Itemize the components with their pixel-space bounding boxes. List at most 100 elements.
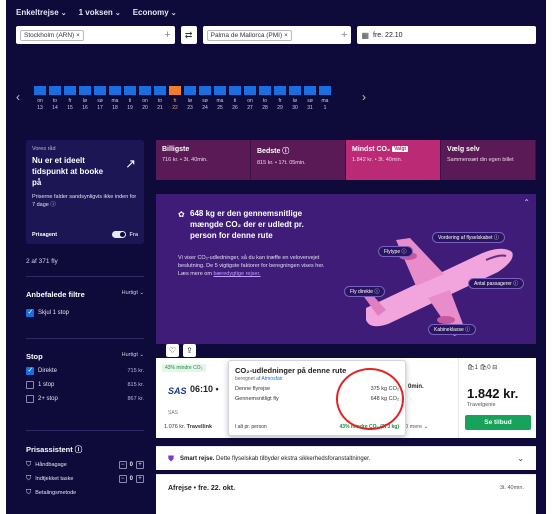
origin-chip[interactable]: Stockholm (ARN) ×: [20, 29, 84, 41]
price-bar: [94, 86, 106, 95]
callout-vordering[interactable]: Vordering af flyselskabet ⓘ: [432, 232, 505, 243]
collapse-icon[interactable]: ⌃: [523, 198, 530, 207]
bag-stepper[interactable]: −0 +: [118, 475, 144, 483]
day-weekday: ti: [128, 98, 132, 104]
date-day[interactable]: sø 31: [304, 86, 316, 111]
other-offer[interactable]: 1.076 kr. Travellink: [164, 424, 212, 430]
sort-tab-title: Vælg selv: [447, 146, 480, 153]
date-day[interactable]: ma 1: [319, 86, 331, 111]
stop-option[interactable]: Direkte 715 kr.: [26, 366, 144, 375]
co2-row-label: Denne flyrejse: [235, 386, 271, 392]
date-day[interactable]: to 21: [154, 86, 166, 111]
shield-icon: ⛊: [168, 453, 174, 463]
date-day[interactable]: on 27: [244, 86, 256, 111]
see-offer-button[interactable]: Se tilbud: [465, 415, 531, 430]
day-weekday: lø: [187, 98, 193, 104]
date-day[interactable]: ti 26: [229, 86, 241, 111]
checkbox[interactable]: [26, 366, 34, 375]
day-number: 29: [277, 105, 283, 111]
day-number: 19: [127, 105, 133, 111]
add-destination-icon[interactable]: +: [341, 29, 347, 41]
price-tip-card: Vores råd Nu er et ideelt tidspunkt at b…: [26, 140, 144, 244]
passengers-select[interactable]: 1 voksen ⌄: [79, 8, 121, 17]
bag-stepper[interactable]: −0 +: [118, 461, 144, 469]
day-weekday: sø: [97, 98, 103, 104]
sort-tab[interactable]: Bedste ⓘ 815 kr. • 17t. 05min.: [251, 140, 346, 180]
date-day[interactable]: fr 29: [274, 86, 286, 111]
date-day[interactable]: to 14: [49, 86, 61, 111]
outbound-row[interactable]: Afrejse • fre. 22. okt. 3t. 40min.: [156, 474, 536, 514]
chevron-down-icon[interactable]: ⌄: [517, 454, 524, 463]
cabin-label: Economy: [132, 8, 169, 17]
date-day[interactable]: ma 25: [214, 86, 226, 111]
date-day[interactable]: sø 17: [94, 86, 106, 111]
date-day[interactable]: fr 22: [169, 86, 181, 111]
sort-tab-label: Mindst CO₂ Valgt: [352, 146, 434, 153]
price-alert-toggle[interactable]: [112, 231, 127, 238]
callout-kabine[interactable]: Kabineklasse ⓘ: [428, 324, 477, 335]
checkbox[interactable]: [26, 395, 34, 403]
outbound-label: Afrejse • fre. 22. okt.: [168, 485, 236, 492]
cabin-select[interactable]: Economy ⌄: [133, 8, 177, 17]
date-day[interactable]: on 13: [34, 86, 46, 111]
date-day[interactable]: lø 16: [79, 86, 91, 111]
add-origin-icon[interactable]: +: [164, 29, 170, 41]
sort-tab-label: Billigste: [162, 146, 244, 153]
date-day[interactable]: lø 23: [184, 86, 196, 111]
sort-tab[interactable]: Billigste 716 kr. • 3t. 40min.: [156, 140, 251, 180]
destination-chip[interactable]: Palma de Mallorca (PMI) ×: [206, 29, 292, 41]
swap-icon[interactable]: ⇄: [180, 26, 197, 44]
stop-option[interactable]: 2+ stop 867 kr.: [26, 395, 144, 403]
day-weekday: on: [142, 98, 148, 104]
day-number: 17: [97, 105, 103, 111]
date-field[interactable]: ▦ fre. 22.10: [357, 26, 537, 44]
minus-icon[interactable]: −: [118, 461, 127, 469]
smart-text: Dette flyselskab tilbyder ekstra sikkerh…: [216, 455, 371, 462]
callout-flytype[interactable]: Flytype ⓘ: [378, 246, 413, 257]
plus-icon[interactable]: +: [136, 475, 144, 483]
airline-name: SAS: [168, 410, 179, 416]
day-weekday: fr: [68, 98, 72, 104]
recommended-filters-toggle[interactable]: Hurtigt ⌄: [122, 290, 144, 299]
smart-travel-row[interactable]: ⛊ Smart rejse. Dette flyselskab tilbyder…: [156, 446, 536, 470]
date-day[interactable]: sø 24: [199, 86, 211, 111]
day-number: 28: [262, 105, 268, 111]
sort-tab-sub: 716 kr. • 3t. 40min.: [162, 157, 208, 163]
date-day[interactable]: ma 18: [109, 86, 121, 111]
date-day[interactable]: lø 30: [289, 86, 301, 111]
sort-tab-sub: 1.842 kr. • 3t. 40min.: [352, 157, 403, 163]
sustainable-travel-link[interactable]: bæredygtige rejser.: [213, 271, 260, 277]
sort-tab-sub: 815 kr. • 17t. 05min.: [257, 160, 306, 166]
price-bar: [229, 86, 241, 95]
trip-type-select[interactable]: Enkeltrejse ⌄: [16, 8, 67, 17]
day-number: 23: [187, 105, 193, 111]
plus-icon[interactable]: +: [136, 461, 144, 469]
day-weekday: ma: [111, 98, 119, 104]
checkbox[interactable]: [26, 308, 34, 317]
date-day[interactable]: on 20: [139, 86, 151, 111]
date-day[interactable]: ti 19: [124, 86, 136, 111]
minus-icon[interactable]: −: [118, 475, 127, 483]
sort-tab[interactable]: Vælg selv Sammensæt din egen billet: [441, 140, 536, 180]
atmosfair-link[interactable]: Atmosfair: [261, 376, 282, 382]
day-number: 26: [232, 105, 238, 111]
chevron-right-icon[interactable]: ›: [362, 90, 366, 104]
sort-tab-label: Vælg selv: [447, 146, 529, 153]
date-day[interactable]: to 28: [259, 86, 271, 111]
callout-passagerer[interactable]: Antal passagerer ⓘ: [468, 278, 525, 289]
stops-toggle[interactable]: Hurtigt ⌄: [122, 352, 144, 361]
share-icon[interactable]: ⇪: [183, 344, 196, 357]
origin-field[interactable]: Stockholm (ARN) × +: [16, 26, 175, 44]
filter-skip-stop[interactable]: Skjul 1 stop: [26, 308, 144, 317]
heart-icon[interactable]: ♡: [166, 344, 179, 357]
destination-field[interactable]: Palma de Mallorca (PMI) × +: [202, 26, 352, 44]
date-day[interactable]: fr 15: [64, 86, 76, 111]
trend-icon: ↗: [125, 156, 136, 171]
stop-option[interactable]: 1 stop 815 kr.: [26, 381, 144, 389]
bag-row: ⛉ Indtjekket taske −0 +: [26, 475, 144, 483]
chevron-left-icon[interactable]: ‹: [16, 90, 20, 104]
callout-direkte[interactable]: Fly direkte ⓘ: [344, 286, 386, 297]
day-number: 1: [323, 105, 327, 111]
sort-tab[interactable]: Mindst CO₂ Valgt 1.842 kr. • 3t. 40min.: [346, 140, 441, 180]
checkbox[interactable]: [26, 381, 34, 389]
